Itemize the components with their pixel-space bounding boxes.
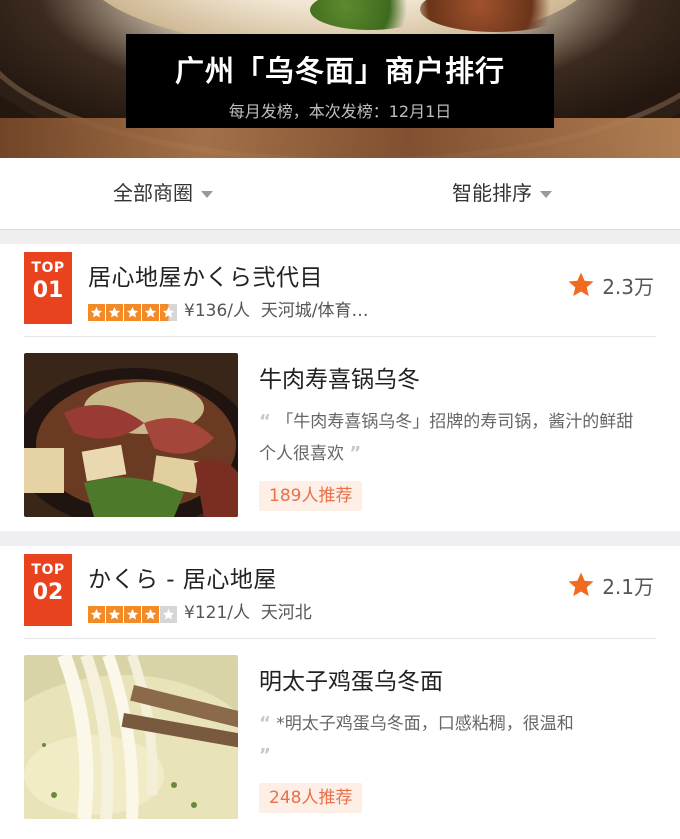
rating-star-icon: [124, 304, 141, 321]
rating-star-icon: [160, 304, 177, 321]
rating-star-icon: [142, 606, 159, 623]
shop-name[interactable]: かくら - 居心地屋: [88, 560, 277, 594]
dish-name[interactable]: 牛肉寿喜锅乌冬: [259, 360, 420, 394]
rank-badge: TOP 02: [24, 554, 72, 626]
review-quote: “ 「牛肉寿喜锅乌冬」招牌的寿司锅，酱汁的鲜甜个人很喜欢 ”: [259, 406, 639, 470]
rank-badge-number: 02: [32, 580, 64, 605]
sort-filter-label: 智能排序: [452, 181, 532, 205]
filter-bar: 全部商圈 智能排序: [0, 158, 680, 230]
rating-star-icon: [88, 606, 105, 623]
review-quote-text: *明太子鸡蛋乌冬面，口感粘稠，很温和: [276, 714, 574, 734]
rating-star-icon: [142, 304, 159, 321]
recommend-count: 189人推荐: [259, 481, 363, 511]
quote-close-icon: ”: [349, 443, 362, 464]
quote-close-icon: ”: [259, 745, 271, 766]
shop-meta: ¥121/人 天河北: [88, 598, 312, 626]
favorite-count[interactable]: 2.1万: [566, 570, 654, 600]
review-quote: “ *明太子鸡蛋乌冬面，口感粘稠，很温和”: [259, 708, 639, 772]
favorite-count-value: 2.1万: [602, 575, 654, 599]
quote-open-icon: “: [259, 411, 271, 432]
dish-name[interactable]: 明太子鸡蛋乌冬面: [259, 662, 443, 696]
rating-stars: [88, 304, 178, 324]
sort-filter-dropdown[interactable]: 智能排序: [452, 158, 552, 229]
shop-card[interactable]: TOP 02 かくら - 居心地屋 ¥121/人 天河北 2.1万 明太子鸡蛋乌…: [0, 546, 680, 839]
rating-star-icon: [106, 304, 123, 321]
title-box: 广州「乌冬面」商户排行 每月发榜，本次发榜：12月1日: [126, 34, 554, 128]
rating-star-icon: [124, 606, 141, 623]
area-filter-label: 全部商圈: [113, 181, 193, 205]
rank-badge-label: TOP: [31, 260, 65, 276]
dish-photo[interactable]: [24, 655, 238, 819]
star-icon: [568, 572, 594, 597]
favorite-count-value: 2.3万: [602, 275, 654, 299]
dish-photo[interactable]: [24, 353, 238, 517]
caret-down-icon: [201, 191, 213, 198]
star-icon: [568, 272, 594, 297]
caret-down-icon: [540, 191, 552, 198]
rating-star-icon: [106, 606, 123, 623]
favorite-count[interactable]: 2.3万: [566, 270, 654, 300]
divider: [24, 336, 656, 337]
shop-meta: ¥136/人 天河城/体育…: [88, 296, 369, 324]
rank-badge: TOP 01: [24, 252, 72, 324]
rating-star-icon: [160, 606, 177, 623]
quote-open-icon: “: [259, 713, 271, 734]
price: ¥136/人: [184, 301, 250, 321]
review-quote-text: 「牛肉寿喜锅乌冬」招牌的寿司锅，酱汁的鲜甜个人很喜欢: [259, 412, 634, 464]
shop-name[interactable]: 居心地屋かくら弐代目: [88, 258, 323, 292]
price: ¥121/人: [184, 603, 250, 623]
area: 天河城/体育…: [260, 301, 369, 321]
divider: [24, 638, 656, 639]
area: 天河北: [260, 603, 312, 623]
rating-stars: [88, 606, 178, 626]
rank-badge-number: 01: [32, 278, 64, 303]
recommend-count: 248人推荐: [259, 783, 363, 813]
area-filter-dropdown[interactable]: 全部商圈: [113, 158, 213, 229]
page-subtitle: 每月发榜，本次发榜：12月1日: [228, 102, 452, 121]
rank-badge-label: TOP: [31, 562, 65, 578]
header-banner: 广州「乌冬面」商户排行 每月发榜，本次发榜：12月1日: [0, 0, 680, 158]
shop-card[interactable]: TOP 01 居心地屋かくら弐代目 ¥136/人 天河城/体育… 2.3万 牛肉…: [0, 244, 680, 531]
page-title: 广州「乌冬面」商户排行: [174, 54, 505, 88]
rating-star-icon: [88, 304, 105, 321]
